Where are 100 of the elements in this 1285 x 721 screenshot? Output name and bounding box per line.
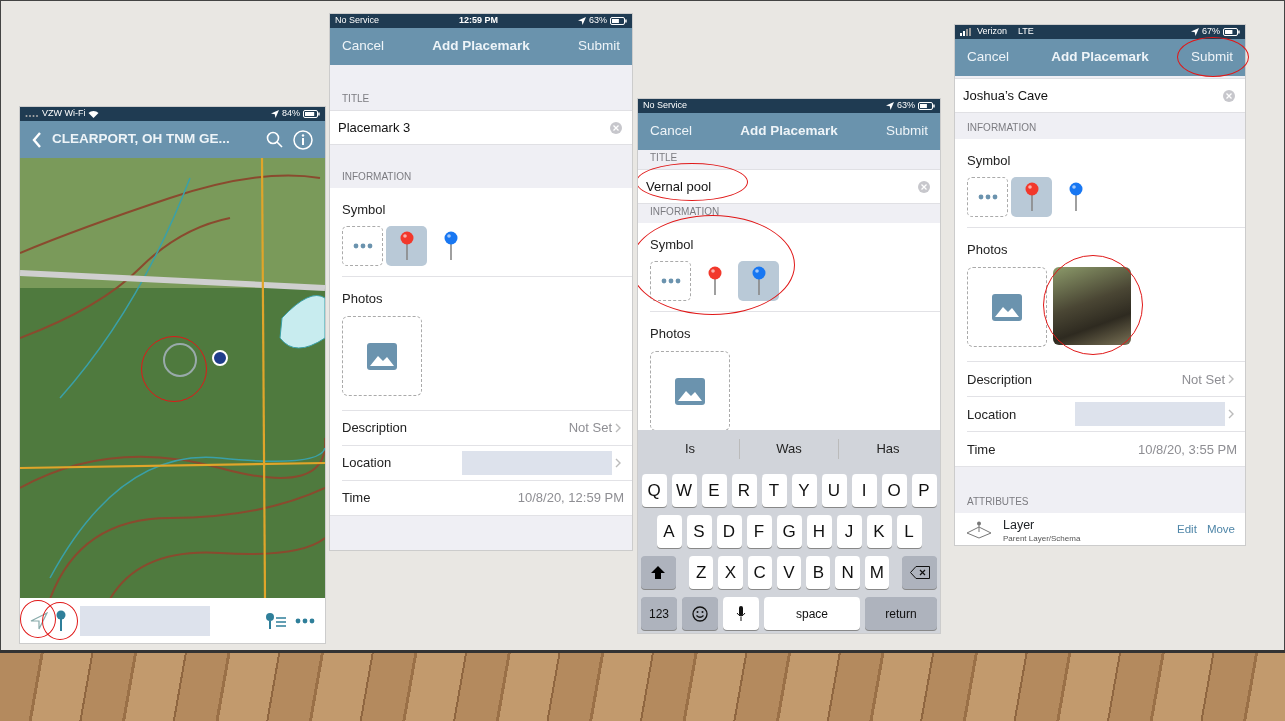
carrier-name: No Service [643,99,687,113]
suggestion-button[interactable]: Was [739,439,838,459]
space-key[interactable]: space [764,597,860,630]
letter-key[interactable]: B [806,556,831,589]
suggestion-button[interactable]: Has [838,439,937,459]
wifi-icon [88,110,100,118]
search-button[interactable] [266,131,283,148]
return-key[interactable]: return [865,597,937,630]
pin-list-icon [265,611,287,630]
delete-key[interactable] [902,556,938,589]
location-arrow-icon [1191,28,1199,36]
letter-key[interactable]: R [731,474,757,507]
row-label: Time [342,489,371,508]
letter-key[interactable]: W [671,474,697,507]
letter-key[interactable]: M [864,556,890,589]
row-label: Time [967,440,996,459]
letter-key[interactable]: Q [641,474,667,507]
row-label: Location [342,454,392,473]
letter-key[interactable]: D [716,515,742,548]
battery-icon [1223,28,1240,36]
layer-action-link[interactable]: Move [1206,521,1235,539]
info-button[interactable] [293,129,313,150]
shift-icon [651,566,666,579]
image-icon [675,377,705,405]
network-type: LTE [1018,25,1034,39]
suggestion-button[interactable]: Is [641,439,739,459]
letter-key[interactable]: U [821,474,847,507]
symbol-option[interactable] [738,260,779,301]
battery-percent: 84% [282,107,300,121]
symbol-option[interactable] [1011,176,1052,217]
letter-key[interactable]: I [851,474,877,507]
back-button[interactable] [32,131,42,148]
search-icon [266,131,283,148]
add-photo-button[interactable] [967,267,1047,348]
letter-key[interactable]: S [686,515,712,548]
form-row[interactable]: Description Not Set [342,410,632,445]
title-input-field[interactable]: Vernal pool [646,178,712,194]
letter-key[interactable]: K [866,515,892,548]
layer-action-link[interactable]: Edit [1177,521,1197,539]
letter-key[interactable]: C [747,556,772,589]
add-photo-button[interactable] [342,316,422,396]
symbol-option[interactable] [386,225,427,266]
letter-key[interactable]: L [896,515,922,548]
form-row[interactable]: Time 10/8/20, 3:55 PM [967,431,1245,467]
symbol-option[interactable] [967,176,1008,217]
more-icon [352,242,373,249]
navigation-arrow-icon [30,611,48,630]
section-header: INFORMATION [966,121,1038,136]
letter-key[interactable]: G [776,515,802,548]
signal-icon [960,28,974,36]
letter-key[interactable]: H [806,515,832,548]
add-pin-button[interactable] [56,609,66,632]
carrier-name: No Service [335,14,379,28]
battery-icon [303,110,320,118]
letter-key[interactable]: E [701,474,727,507]
placemark-list-button[interactable] [265,611,287,630]
map-title: CLEARPORT, OH TNM GE... [52,130,231,149]
form-row[interactable]: Location [967,396,1245,432]
row-label: Description [342,419,408,438]
form-row[interactable]: Description Not Set [967,361,1245,397]
letter-key[interactable]: N [835,556,860,589]
section-header: TITLE [341,92,371,106]
symbol-option[interactable] [342,225,383,266]
letter-key[interactable]: J [836,515,862,548]
screen-title: Add Placemark [1051,48,1149,67]
letter-key[interactable]: V [776,556,802,589]
numbers-key[interactable]: 123 [641,597,677,630]
location-arrow-icon [578,17,586,25]
photos-label: Photos [650,324,692,343]
more-icon [977,193,998,200]
carrier-name: Verizon [977,25,1008,39]
symbol-label: Symbol [650,236,695,254]
shift-key[interactable] [641,556,676,589]
photos-label: Photos [967,240,1009,259]
letter-key[interactable]: X [718,556,743,589]
letter-key[interactable]: O [881,474,907,507]
battery-icon [918,102,935,110]
more-icon [660,277,681,284]
form-row[interactable]: Location [342,445,632,480]
battery-percent: 63% [589,14,607,28]
title-input-field[interactable]: Joshua’s Cave [963,87,1049,103]
emoji-key[interactable] [682,597,718,630]
locate-button[interactable] [30,611,48,630]
letter-key[interactable]: T [761,474,787,507]
row-value: Not Set [568,419,612,438]
accuracy-ring [163,343,197,377]
letter-key[interactable]: F [746,515,772,548]
title-input-field[interactable]: Placemark 3 [338,119,411,135]
row-value: 10/8/20, 3:55 PM [1138,440,1237,459]
letter-key[interactable]: Z [688,556,714,589]
dictation-key[interactable] [723,597,759,630]
section-header: ATTRIBUTES [966,495,1030,510]
letter-key[interactable]: P [911,474,937,507]
letter-key[interactable]: A [656,515,682,548]
symbol-option[interactable] [650,260,691,301]
location-arrow-icon [271,110,279,118]
add-photo-button[interactable] [650,351,730,430]
battery-percent: 63% [897,99,915,113]
letter-key[interactable]: Y [791,474,817,507]
more-button[interactable] [295,617,315,624]
